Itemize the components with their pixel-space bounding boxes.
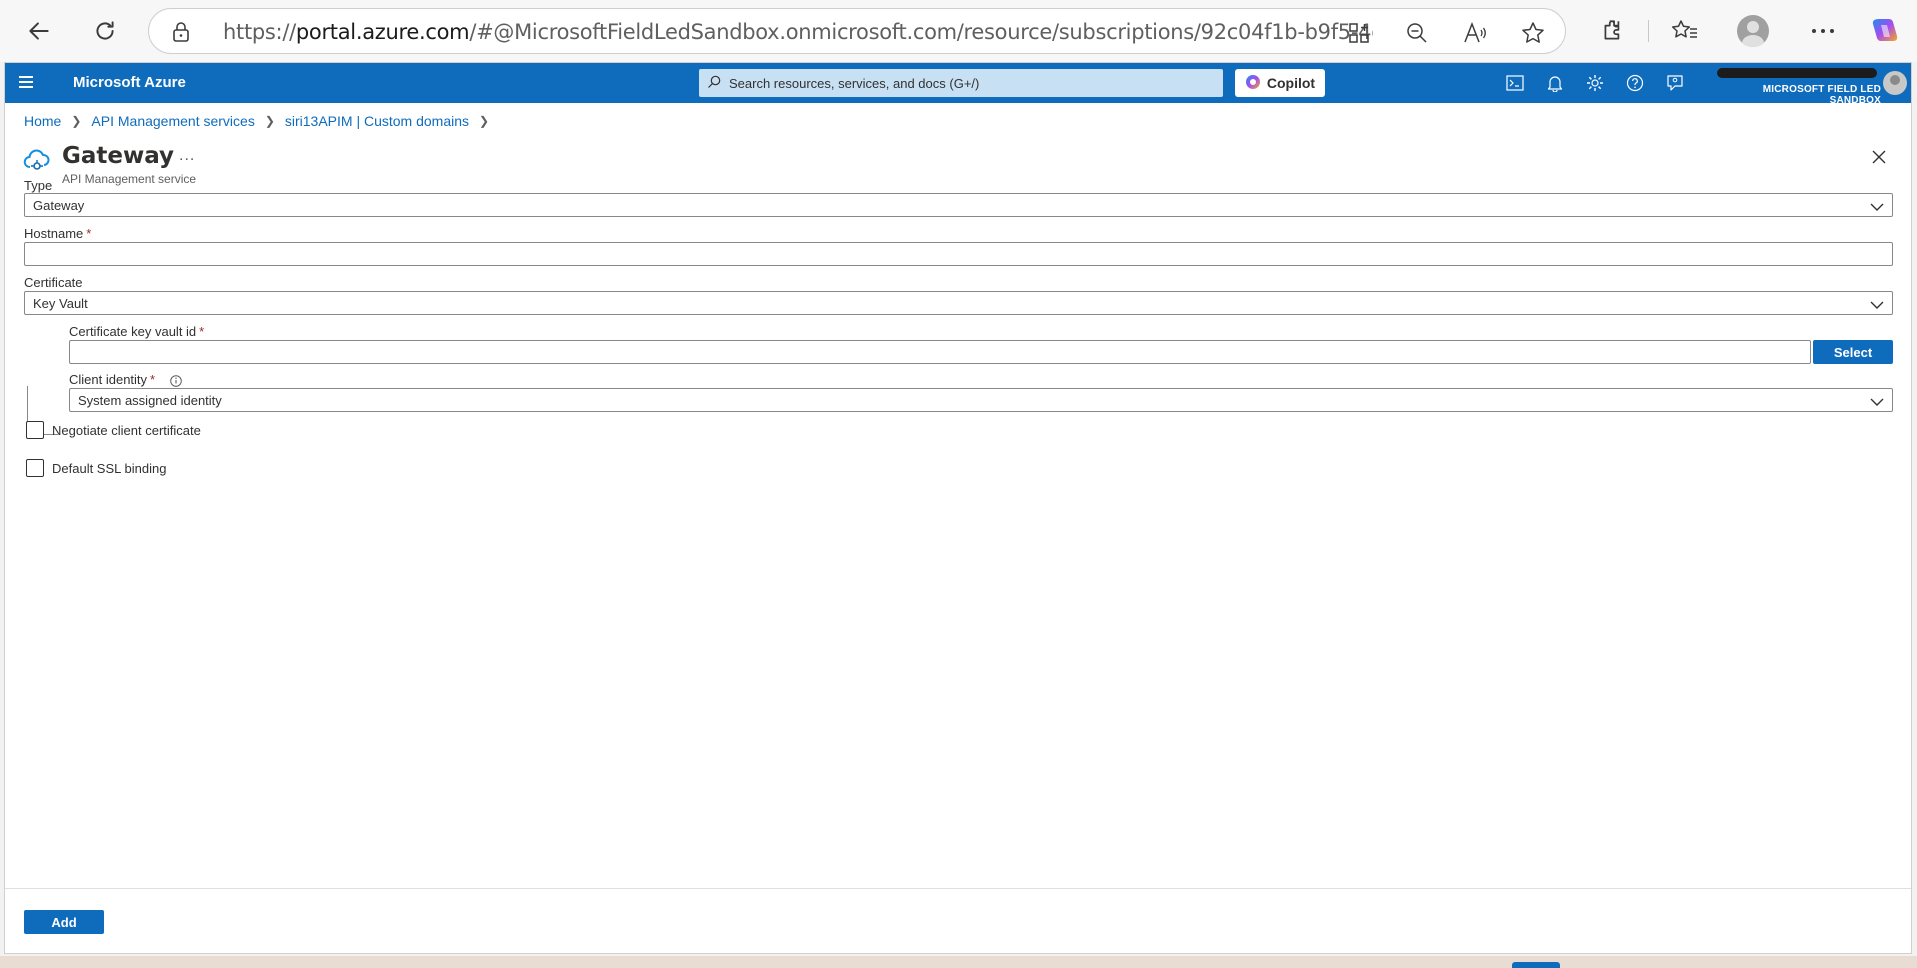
help-icon[interactable] — [1625, 73, 1645, 93]
settings-gear-icon[interactable] — [1585, 73, 1605, 93]
more-actions-button[interactable]: ... — [179, 147, 195, 165]
client-identity-label: Client identity * — [69, 372, 156, 387]
chevron-right-icon: ❯ — [71, 114, 82, 128]
portal-brand[interactable]: Microsoft Azure — [73, 74, 186, 91]
breadcrumb-api-management[interactable]: API Management services — [91, 113, 254, 129]
more-options-icon[interactable] — [1806, 14, 1840, 48]
url-text: https://portal.azure.com/#@MicrosoftFiel… — [223, 20, 1373, 44]
page-title: Gateway — [62, 143, 175, 169]
address-bar[interactable]: https://portal.azure.com/#@MicrosoftFiel… — [148, 8, 1566, 54]
negotiate-client-certificate-label: Negotiate client certificate — [52, 422, 201, 438]
hostname-label: Hostname * — [24, 226, 92, 241]
negotiate-client-certificate-row[interactable]: Negotiate client certificate — [26, 421, 201, 439]
refresh-icon[interactable] — [88, 14, 122, 48]
profile-avatar[interactable] — [1736, 14, 1770, 48]
chevron-down-icon — [1870, 394, 1884, 412]
favorite-star-icon[interactable] — [1519, 19, 1547, 47]
default-ssl-binding-checkbox[interactable] — [26, 459, 44, 477]
breadcrumb: Home ❯ API Management services ❯ siri13A… — [24, 113, 499, 129]
page-subtitle: API Management service — [62, 172, 197, 186]
account-email-redacted — [1717, 68, 1877, 78]
client-identity-dropdown[interactable]: System assigned identity — [69, 388, 1893, 412]
apps-icon[interactable] — [1345, 19, 1373, 47]
account-avatar[interactable] — [1883, 71, 1907, 95]
copilot-label: Copilot — [1266, 75, 1316, 91]
required-asterisk: * — [86, 226, 92, 241]
certificate-selected-value: Key Vault — [33, 296, 88, 311]
search-placeholder: Search resources, services, and docs (G+… — [729, 76, 980, 91]
footer-divider — [5, 888, 1911, 889]
close-icon[interactable] — [1867, 145, 1891, 169]
required-asterisk: * — [150, 372, 156, 387]
negotiate-client-certificate-checkbox[interactable] — [26, 421, 44, 439]
favorites-icon[interactable] — [1668, 14, 1702, 48]
back-icon[interactable] — [22, 14, 56, 48]
chevron-down-icon — [1870, 199, 1884, 217]
zoom-out-icon[interactable] — [1403, 19, 1431, 47]
search-icon — [707, 75, 721, 94]
breadcrumb-custom-domains[interactable]: siri13APIM | Custom domains — [285, 113, 469, 129]
required-asterisk: * — [199, 324, 205, 339]
feedback-icon[interactable] — [1665, 73, 1685, 93]
type-dropdown[interactable]: Gateway — [24, 193, 1893, 217]
add-button[interactable]: Add — [24, 910, 104, 934]
select-keyvault-button[interactable]: Select — [1813, 340, 1893, 364]
copilot-browser-icon[interactable] — [1868, 14, 1902, 48]
global-search-input[interactable]: Search resources, services, and docs (G+… — [699, 69, 1223, 97]
directory-name: MICROSOFT FIELD LED SANDBOX — [1762, 84, 1881, 106]
chevron-right-icon: ❯ — [264, 114, 275, 128]
api-management-cloud-icon — [23, 147, 51, 178]
notifications-bell-icon[interactable] — [1545, 73, 1565, 93]
read-aloud-icon[interactable] — [1461, 19, 1489, 47]
kv-id-label: Certificate key vault id * — [69, 324, 205, 339]
default-ssl-binding-row[interactable]: Default SSL binding — [26, 459, 166, 477]
copilot-icon — [1245, 74, 1261, 93]
portal-top-bar: Microsoft Azure Search resources, servic… — [5, 63, 1911, 106]
kv-id-input[interactable] — [69, 340, 1811, 364]
chevron-down-icon — [1870, 297, 1884, 315]
certificate-dropdown[interactable]: Key Vault — [24, 291, 1893, 315]
menu-icon[interactable] — [19, 73, 41, 93]
cloud-shell-icon[interactable] — [1505, 73, 1525, 93]
chevron-right-icon: ❯ — [479, 114, 490, 128]
browser-toolbar: https://portal.azure.com/#@MicrosoftFiel… — [0, 0, 1917, 62]
certificate-label: Certificate — [24, 275, 83, 290]
client-identity-selected-value: System assigned identity — [78, 393, 222, 408]
default-ssl-binding-label: Default SSL binding — [52, 460, 167, 476]
azure-portal: Microsoft Azure Search resources, servic… — [4, 62, 1912, 954]
taskbar-edge — [0, 956, 1917, 968]
extensions-icon[interactable] — [1596, 14, 1630, 48]
type-selected-value: Gateway — [33, 198, 85, 213]
hostname-input[interactable] — [24, 242, 1893, 266]
copilot-button[interactable]: Copilot — [1235, 69, 1325, 97]
type-label: Type — [24, 178, 53, 193]
account-menu[interactable]: MICROSOFT FIELD LED SANDBOX — [1709, 66, 1881, 106]
lock-icon[interactable] — [171, 21, 191, 48]
breadcrumb-home[interactable]: Home — [24, 113, 61, 129]
toolbar-divider — [1648, 20, 1649, 42]
